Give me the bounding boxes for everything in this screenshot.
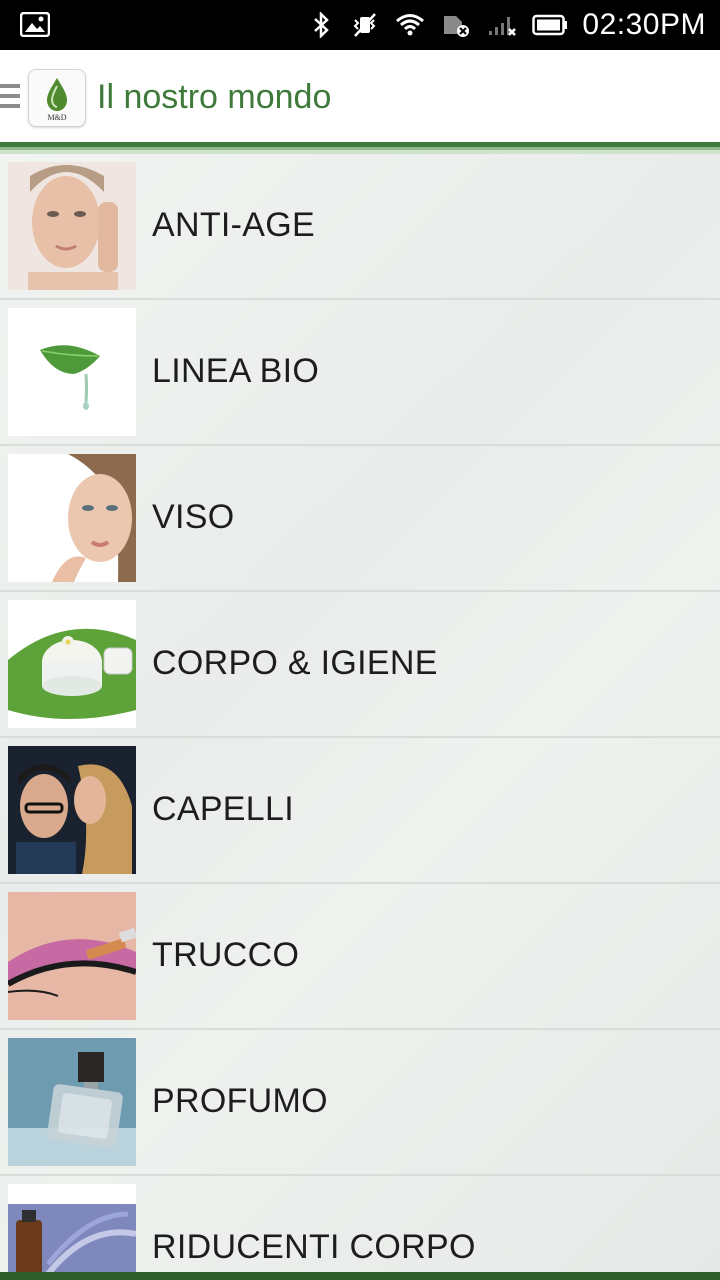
couple-portrait-photo [8,746,136,874]
list-item-linea-bio[interactable]: LINEA BIO [0,300,720,446]
list-item-viso[interactable]: VISO [0,446,720,592]
category-list: ANTI-AGE LINEA BIO VISO CORPO & IGIENE C… [0,154,720,1272]
list-item-anti-age[interactable]: ANTI-AGE [0,154,720,300]
list-item-label: LINEA BIO [152,352,320,390]
eye-makeup-brush-photo [8,892,136,1020]
list-item-label: ANTI-AGE [152,206,315,244]
page-title: Il nostro mondo [97,78,332,116]
wifi-icon [396,14,425,36]
list-item-label: TRUCCO [152,936,300,974]
list-item-riducenti-corpo[interactable]: RIDUCENTI CORPO [0,1176,720,1272]
list-item-label: RIDUCENTI CORPO [152,1228,476,1266]
sim-error-icon [444,16,470,37]
list-item-label: PROFUMO [152,1082,328,1120]
leaf-drop-logo-icon: M&D [47,78,67,122]
woman-face-beauty-photo [8,454,136,582]
perfume-bottle-photo [8,1038,136,1166]
app-bar: M&D Il nostro mondo [0,50,720,142]
list-item-label: CAPELLI [152,790,294,828]
green-leaf-drop-photo [8,308,136,436]
list-item-label: CORPO & IGIENE [152,644,438,682]
bottom-edge [0,1272,720,1280]
list-item-capelli[interactable]: CAPELLI [0,738,720,884]
hamburger-icon[interactable] [0,84,20,110]
image-notification-icon [20,12,50,37]
list-item-profumo[interactable]: PROFUMO [0,1030,720,1176]
list-item-trucco[interactable]: TRUCCO [0,884,720,1030]
vibrate-off-icon [354,13,377,37]
status-bar: 02:30PM [0,0,720,50]
app-logo[interactable]: M&D [28,69,86,127]
list-item-corpo-igiene[interactable]: CORPO & IGIENE [0,592,720,738]
svg-text:M&D: M&D [47,113,66,122]
cream-jar-leaf-photo [8,600,136,728]
header-divider [0,142,720,154]
woman-face-cream-photo [8,162,136,290]
list-item-label: VISO [152,498,235,536]
bluetooth-icon [314,12,330,38]
signal-off-icon [489,17,517,36]
battery-icon [532,14,568,36]
lavender-oil-photo [8,1184,136,1272]
status-time: 02:30PM [582,8,706,41]
